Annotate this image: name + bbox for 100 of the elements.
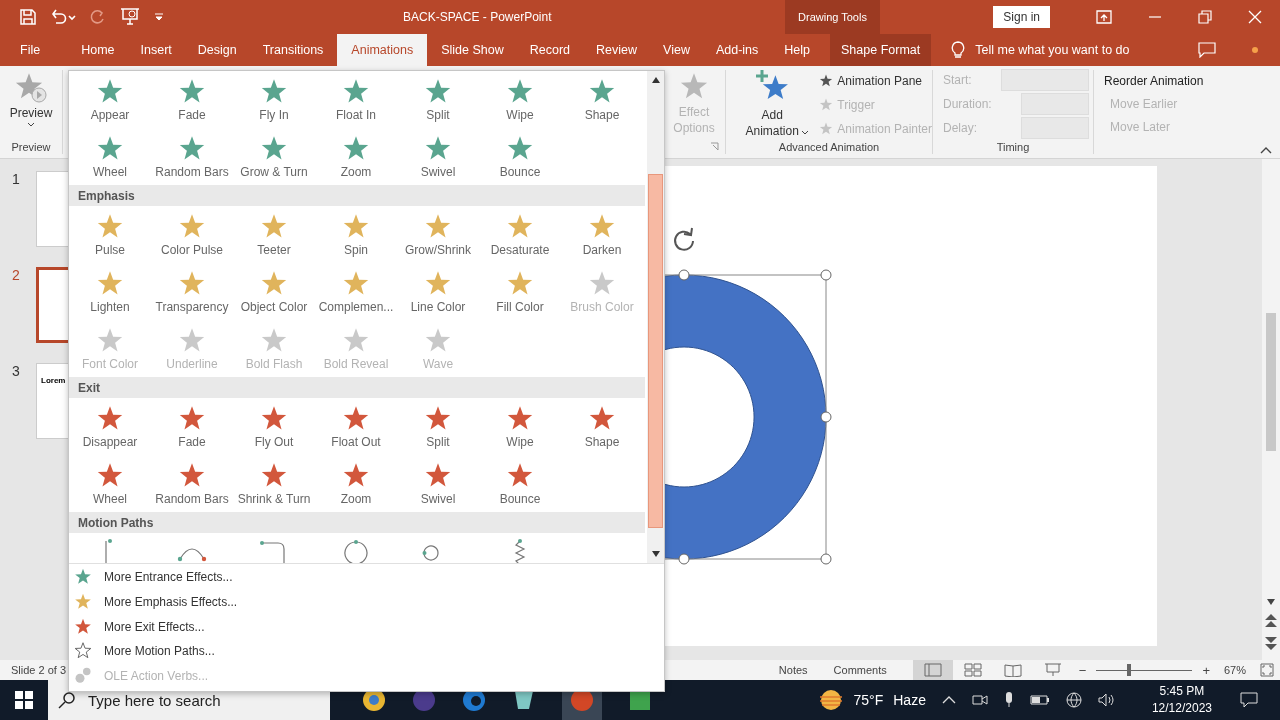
- scrollbar-thumb[interactable]: [648, 174, 663, 528]
- animation-effect[interactable]: Teeter: [233, 206, 315, 263]
- notification-icon[interactable]: [1240, 692, 1258, 708]
- rotate-handle-icon[interactable]: [674, 226, 694, 251]
- animation-effect[interactable]: Fly In: [233, 71, 315, 128]
- globe-icon[interactable]: [1065, 692, 1082, 708]
- zoom-out-button[interactable]: −: [1078, 662, 1087, 678]
- animation-effect[interactable]: Float In: [315, 71, 397, 128]
- animation-effect[interactable]: Wheel: [69, 128, 151, 185]
- animation-effect[interactable]: Fade: [151, 398, 233, 455]
- menu-item[interactable]: More Entrance Effects...: [69, 565, 664, 590]
- animation-effect[interactable]: Shape: [561, 71, 643, 128]
- camera-icon[interactable]: [971, 693, 988, 707]
- chevron-up-icon[interactable]: [941, 695, 956, 705]
- animation-effect[interactable]: Zoom: [315, 128, 397, 185]
- clock-time[interactable]: 5:45 PM: [1159, 683, 1205, 700]
- animation-effect[interactable]: Float Out: [315, 398, 397, 455]
- undo-icon[interactable]: [50, 9, 76, 25]
- fit-slide-icon[interactable]: [1260, 663, 1274, 677]
- close-icon[interactable]: [1248, 10, 1262, 24]
- ribbon-tab[interactable]: Insert: [128, 34, 184, 66]
- lightbulb-icon[interactable]: [951, 40, 966, 59]
- previous-slide-icon[interactable]: [1265, 614, 1277, 628]
- animation-effect[interactable]: Bounce: [479, 128, 561, 185]
- gallery-scrollbar[interactable]: [647, 71, 664, 563]
- animation-effect[interactable]: Pulse: [69, 206, 151, 263]
- microphone-icon[interactable]: [1003, 692, 1014, 708]
- ribbon-tab[interactable]: Record: [517, 34, 583, 66]
- save-icon[interactable]: [20, 9, 36, 25]
- zoom-level[interactable]: 67%: [1223, 664, 1246, 676]
- animation-effect[interactable]: Object Color: [233, 263, 315, 320]
- animation-effect[interactable]: Lighten: [69, 263, 151, 320]
- tell-me-field[interactable]: Tell me what you want to do: [975, 42, 1130, 57]
- ribbon-tab[interactable]: Review: [584, 34, 650, 66]
- animation-effect[interactable]: Swivel: [397, 128, 479, 185]
- animation-effect[interactable]: Color Pulse: [151, 206, 233, 263]
- comment-icon[interactable]: [1198, 41, 1216, 58]
- ribbon-tab[interactable]: Add-ins: [703, 34, 771, 66]
- animation-effect[interactable]: Bounce: [479, 455, 561, 512]
- animation-effect[interactable]: Split: [397, 398, 479, 455]
- restore-icon[interactable]: [1198, 10, 1212, 24]
- scroll-down-icon[interactable]: [1266, 598, 1276, 606]
- animation-effect[interactable]: Darken: [561, 206, 643, 263]
- animation-effect[interactable]: Random Bars: [151, 455, 233, 512]
- ribbon-tab[interactable]: Shape Format: [830, 34, 932, 66]
- ribbon-tab[interactable]: Help: [772, 34, 823, 66]
- menu-item[interactable]: More Emphasis Effects...: [69, 589, 664, 615]
- animation-effect[interactable]: Shrink & Turn: [233, 455, 315, 512]
- animation-effect[interactable]: Line Color: [397, 263, 479, 320]
- scrollbar-thumb[interactable]: [1266, 312, 1276, 451]
- animation-effect[interactable]: Zoom: [315, 455, 397, 512]
- animation-effect[interactable]: Fade: [151, 71, 233, 128]
- clock-date[interactable]: 12/12/2023: [1151, 700, 1212, 717]
- zoom-slider[interactable]: [1096, 664, 1193, 676]
- battery-icon[interactable]: [1029, 695, 1050, 705]
- animation-effect[interactable]: Transparency: [151, 263, 233, 320]
- vertical-scrollbar[interactable]: [1262, 158, 1280, 660]
- animation-effect[interactable]: Grow/Shrink: [397, 206, 479, 263]
- scroll-up-icon[interactable]: [650, 76, 661, 84]
- animation-effect[interactable]: Wheel: [69, 455, 151, 512]
- comments-button[interactable]: Comments: [833, 664, 887, 676]
- animation-effect[interactable]: Random Bars: [151, 128, 233, 185]
- animation-effect[interactable]: Wipe: [479, 71, 561, 128]
- dialog-launcher-icon[interactable]: [710, 141, 719, 151]
- notes-button[interactable]: Notes: [778, 664, 808, 676]
- animation-effect[interactable]: Swivel: [397, 455, 479, 512]
- preview-button[interactable]: Preview: [0, 69, 62, 127]
- ribbon-tab[interactable]: Transitions: [250, 34, 336, 66]
- animation-effect[interactable]: Split: [397, 71, 479, 128]
- animation-effect[interactable]: Spin: [315, 206, 397, 263]
- windows-start-icon[interactable]: [15, 691, 33, 709]
- presentation-icon[interactable]: [120, 8, 140, 26]
- add-animation-button[interactable]: Add Animation: [732, 69, 815, 139]
- animation-effect[interactable]: Disappear: [69, 398, 151, 455]
- ribbon-tab[interactable]: Slide Show: [429, 34, 516, 66]
- ribbon-tab[interactable]: View: [651, 34, 702, 66]
- zoom-slider-thumb[interactable]: [1127, 664, 1132, 676]
- animation-effect[interactable]: Fly Out: [233, 398, 315, 455]
- ribbon-tab[interactable]: Design: [185, 34, 249, 66]
- ribbon-display-icon[interactable]: [1096, 10, 1112, 24]
- scroll-down-icon[interactable]: [650, 550, 661, 558]
- ribbon-tab[interactable]: Home: [69, 34, 127, 66]
- customize-caret-icon[interactable]: [154, 12, 164, 22]
- speaker-icon[interactable]: [1097, 693, 1114, 707]
- menu-item[interactable]: More Exit Effects...: [69, 614, 664, 640]
- animation-effect[interactable]: Grow & Turn: [233, 128, 315, 185]
- sign-in-button[interactable]: Sign in: [993, 6, 1050, 28]
- animation-effect[interactable]: Complemen...: [315, 263, 397, 320]
- animation-effect[interactable]: Appear: [69, 71, 151, 128]
- animation-effect[interactable]: Fill Color: [479, 263, 561, 320]
- zoom-in-button[interactable]: +: [1202, 662, 1210, 678]
- animation-effect[interactable]: Desaturate: [479, 206, 561, 263]
- collapse-icon[interactable]: [1260, 145, 1272, 154]
- ribbon-tab[interactable]: File: [0, 34, 53, 66]
- ribbon-tab[interactable]: Animations: [337, 34, 428, 66]
- animation-effect[interactable]: Shape: [561, 398, 643, 455]
- animation-effect[interactable]: Wipe: [479, 398, 561, 455]
- menu-item[interactable]: More Motion Paths...: [69, 639, 664, 664]
- ribbon-button[interactable]: Animation Pane: [818, 70, 932, 91]
- next-slide-icon[interactable]: [1265, 636, 1277, 650]
